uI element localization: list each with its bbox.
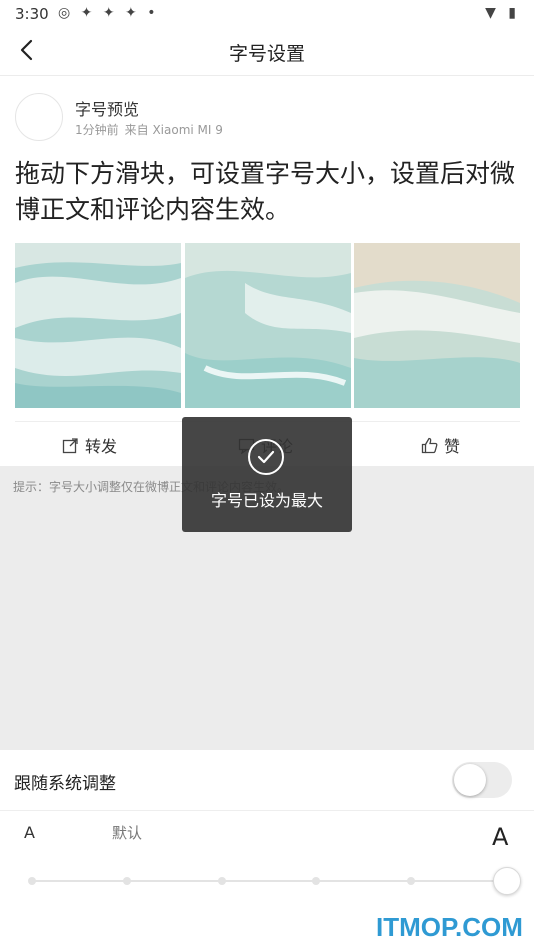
post-author[interactable]: 字号预览	[75, 96, 139, 120]
watermark: ITMOP.COM	[376, 912, 523, 942]
slider-step-dot[interactable]	[312, 877, 321, 885]
post-image[interactable]	[354, 243, 520, 408]
thumbs-up-icon	[421, 437, 438, 453]
repost-icon	[62, 437, 78, 453]
repost-button[interactable]: 转发	[62, 433, 117, 457]
notification-icons: ◎ ✦ ✦ ✦ •	[58, 5, 159, 21]
post-image[interactable]	[15, 243, 181, 408]
like-label: 赞	[444, 437, 461, 456]
default-size-label: 默认	[112, 824, 143, 842]
follow-system-label: 跟随系统调整	[14, 774, 116, 794]
font-size-slider-track[interactable]	[32, 880, 506, 882]
checkmark-icon	[248, 439, 284, 475]
slider-step-dot[interactable]	[122, 877, 131, 885]
toast-text: 字号已设为最大	[210, 491, 323, 510]
slider-step-dot[interactable]	[407, 877, 416, 885]
font-size-slider-thumb[interactable]	[493, 867, 521, 895]
toggle-knob	[454, 764, 486, 796]
post-image[interactable]	[185, 243, 351, 408]
slider-step-dot[interactable]	[28, 877, 36, 885]
post-source: 来自 Xiaomi MI 9	[124, 123, 223, 137]
follow-system-row[interactable]: 跟随系统调整	[0, 750, 534, 811]
wifi-battery-icons: ▼ ▮	[485, 5, 520, 21]
slider-step-dot[interactable]	[217, 877, 226, 885]
avatar[interactable]	[15, 93, 63, 141]
post-text: 拖动下方滑块，可设置字号大小，设置后对微博正文和评论内容生效。	[15, 159, 516, 224]
small-font-label: A	[24, 823, 35, 842]
post-time: 1分钟前	[75, 123, 119, 137]
status-time: 3:30	[15, 5, 49, 23]
like-button[interactable]: 赞	[421, 433, 460, 457]
repost-label: 转发	[85, 437, 118, 456]
status-bar: 3:30 ◎ ✦ ✦ ✦ • ▼ ▮	[0, 0, 534, 28]
page-title: 字号设置	[228, 43, 305, 65]
toast: 字号已设为最大	[182, 417, 352, 532]
large-font-label: A	[492, 823, 509, 851]
post-meta: 1分钟前 来自 Xiaomi MI 9	[75, 121, 229, 138]
follow-system-toggle[interactable]	[452, 762, 512, 798]
title-bar: 字号设置	[0, 28, 534, 76]
